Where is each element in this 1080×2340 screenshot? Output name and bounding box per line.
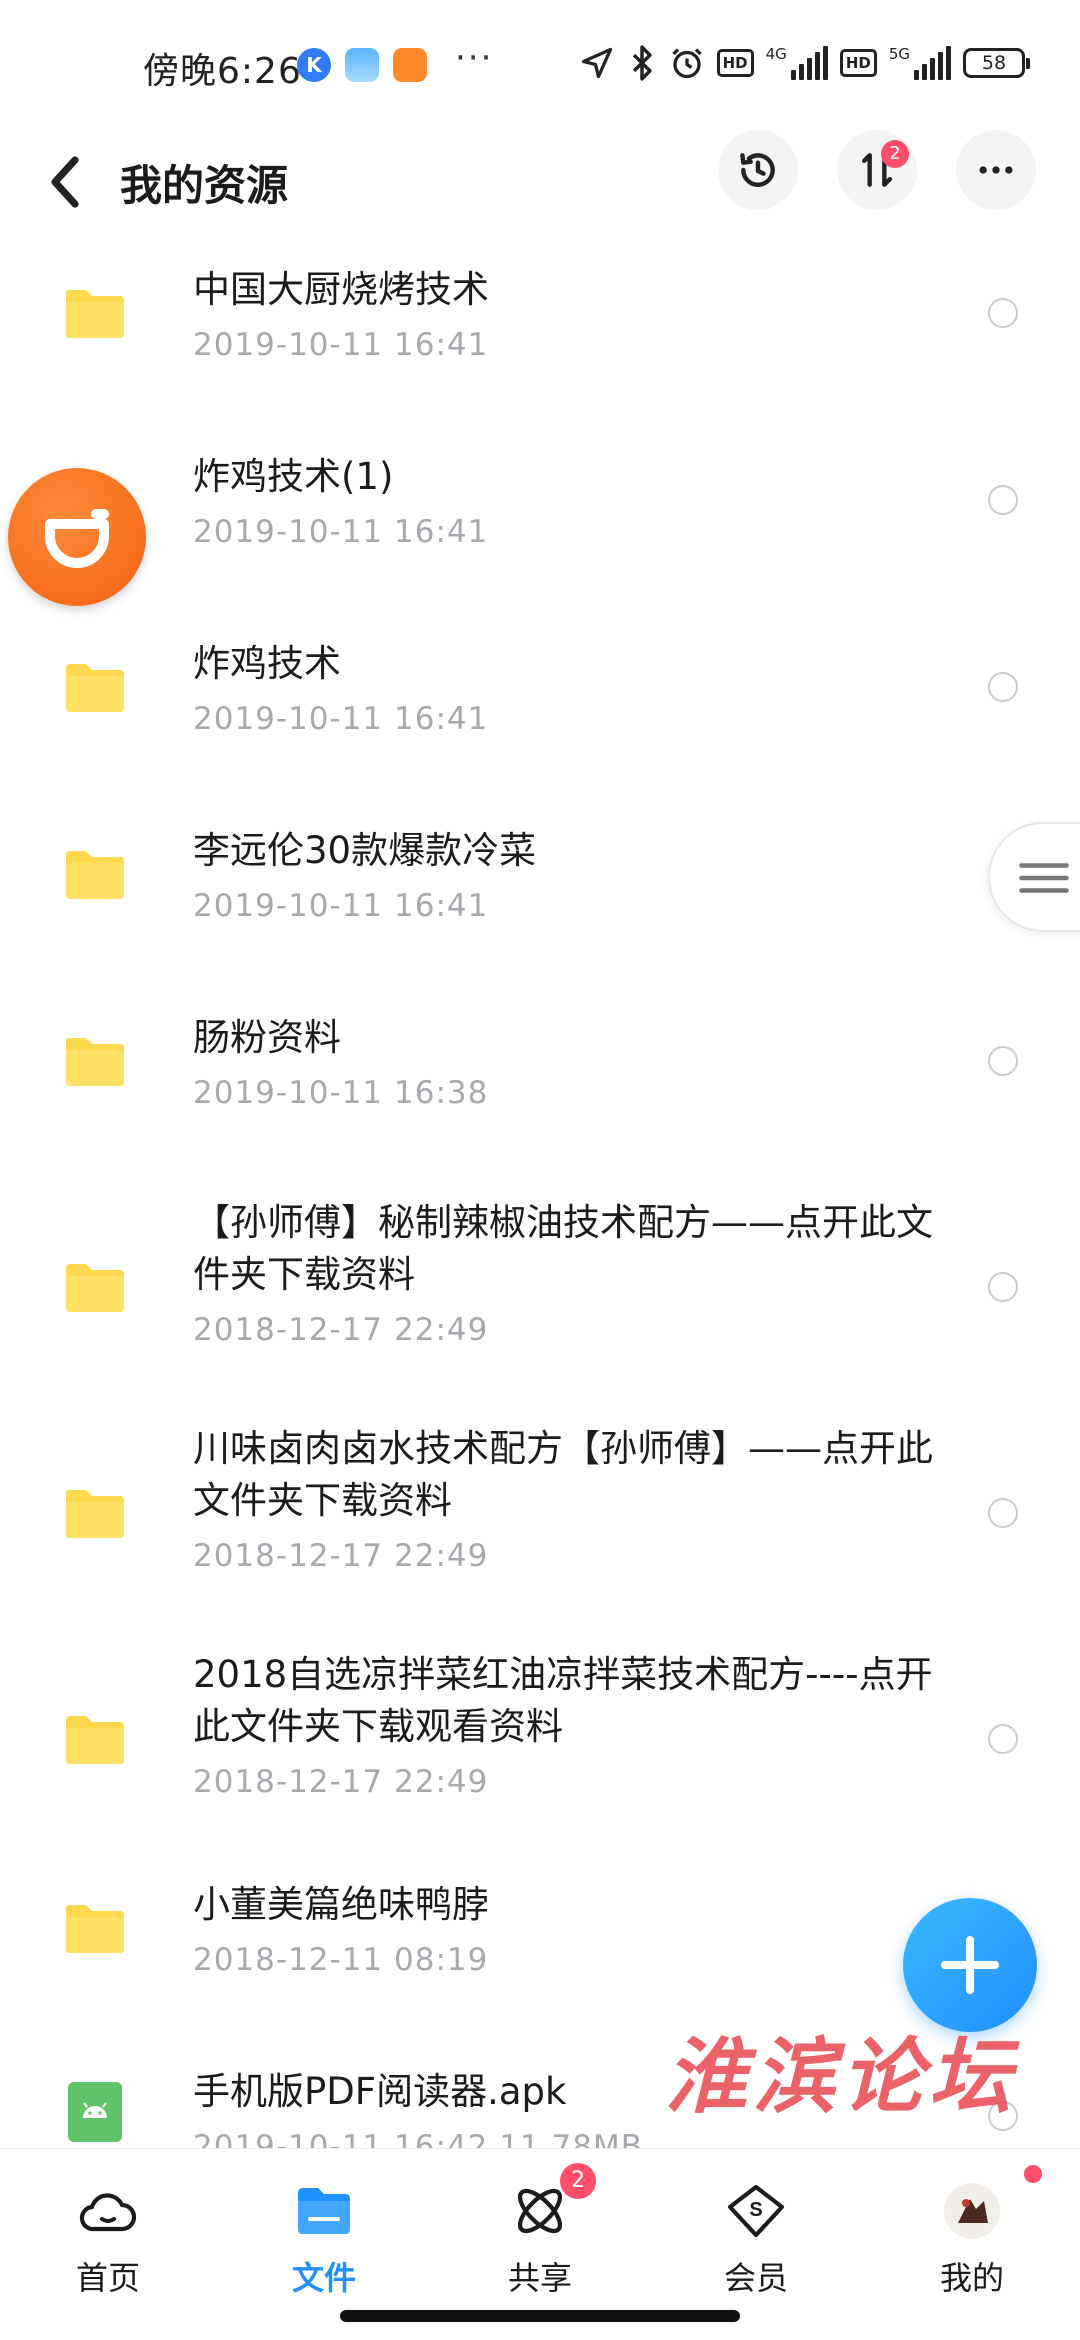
select-radio[interactable] — [988, 1272, 1018, 1302]
cloud-home-icon — [79, 2193, 137, 2232]
status-time: 傍晚6:26 — [143, 51, 302, 92]
hd-badge-2: HD — [839, 49, 877, 77]
history-icon — [740, 153, 775, 187]
list-item[interactable]: 肠粉资料 2019-10-11 16:38 — [0, 988, 1080, 1175]
file-date: 2019-10-11 16:41 — [193, 888, 489, 924]
page-header: 我的资源 2 — [0, 130, 1080, 240]
folder-icon — [66, 290, 124, 338]
home-indicator[interactable] — [340, 2310, 740, 2322]
file-name: 小董美篇绝味鸭脖 — [193, 1883, 489, 1926]
signal-icon — [790, 46, 828, 80]
nav-home[interactable]: 首页 — [0, 2149, 216, 2309]
me-notification-dot — [1024, 2165, 1042, 2183]
status-right-group: HD 4G HD 5G 58 — [579, 44, 1030, 82]
file-name: 炸鸡技术(1) — [193, 455, 394, 498]
folder-icon — [66, 1264, 124, 1312]
app-taobao-icon — [393, 48, 427, 82]
transfer-badge: 2 — [881, 140, 909, 168]
nav-label: 共享 — [507, 2259, 572, 2297]
more-dots-icon — [979, 166, 1013, 174]
svg-text:S: S — [749, 2199, 762, 2221]
file-date: 2018-12-17 22:49 — [193, 1312, 489, 1348]
bluetooth-icon — [632, 45, 652, 81]
file-name: 川味卤肉卤水技术配方【孙师傅】——点开此文件夹下载资料 — [193, 1427, 933, 1522]
vip-diamond-icon: S — [727, 2184, 785, 2238]
location-icon — [581, 47, 612, 79]
share-badge: 2 — [560, 2163, 596, 2199]
status-bar: 傍晚6:26 K ··· HD 4G HD 5G 58 — [0, 0, 1080, 130]
folder-icon — [66, 851, 124, 899]
folder-icon — [66, 664, 124, 712]
nav-me[interactable]: 我的 — [864, 2149, 1080, 2309]
list-item[interactable]: 【孙师傅】秘制辣椒油技术配方——点开此文件夹下载资料 2018-12-17 22… — [0, 1175, 1080, 1401]
select-radio[interactable] — [988, 485, 1018, 515]
list-item[interactable]: 中国大厨烧烤技术 2019-10-11 16:41 — [0, 240, 1080, 427]
floating-ride-app-bubble[interactable] — [8, 468, 146, 606]
file-name: 炸鸡技术 — [193, 642, 341, 685]
file-name: 李远伦30款爆款冷菜 — [193, 829, 537, 872]
history-button[interactable] — [718, 130, 798, 210]
android-apk-icon — [68, 2082, 122, 2142]
select-radio[interactable] — [988, 1046, 1018, 1076]
folder-icon — [66, 1905, 124, 1953]
transfer-button[interactable]: 2 — [837, 130, 917, 210]
menu-lines-icon — [1019, 863, 1069, 893]
select-radio[interactable] — [988, 1724, 1018, 1754]
select-radio[interactable] — [988, 672, 1018, 702]
network-type-5g: 5G — [888, 45, 910, 63]
file-date: 2018-12-11 08:19 — [193, 1942, 489, 1978]
nav-label: 首页 — [75, 2259, 140, 2297]
nav-share[interactable]: 2 共享 — [432, 2149, 648, 2309]
file-date: 2019-10-11 16:41 — [193, 327, 489, 363]
file-date: 2018-12-17 22:49 — [193, 1764, 489, 1800]
file-date: 2019-10-11 16:41 — [193, 514, 489, 550]
list-item[interactable]: 李远伦30款爆款冷菜 2019-10-11 16:41 — [0, 801, 1080, 988]
list-item[interactable]: 川味卤肉卤水技术配方【孙师傅】——点开此文件夹下载资料 2018-12-17 2… — [0, 1401, 1080, 1627]
page-title: 我的资源 — [120, 161, 289, 210]
nav-label: 会员 — [723, 2259, 788, 2297]
battery-indicator: 58 — [963, 48, 1030, 78]
folder-icon — [66, 1038, 124, 1086]
folder-icon — [66, 1716, 124, 1764]
file-name: 中国大厨烧烤技术 — [193, 268, 489, 311]
file-date: 2019-10-11 16:41 — [193, 701, 489, 737]
select-radio[interactable] — [988, 298, 1018, 328]
list-item[interactable]: 2018自选凉拌菜红油凉拌菜技术配方----点开此文件夹下载观看资料 2018-… — [0, 1627, 1080, 1853]
file-date: 2019-10-11 16:38 — [193, 1075, 489, 1111]
status-more: ··· — [455, 38, 494, 78]
nav-label: 文件 — [291, 2259, 356, 2297]
alarm-icon — [671, 48, 702, 79]
list-item[interactable]: 炸鸡技术(1) 2019-10-11 16:41 — [0, 427, 1080, 614]
list-item[interactable]: 炸鸡技术 2019-10-11 16:41 — [0, 614, 1080, 801]
app-photos-icon — [345, 48, 379, 82]
nav-label: 我的 — [939, 2259, 1004, 2297]
ride-app-logo-icon — [45, 509, 109, 568]
more-button[interactable] — [956, 130, 1036, 210]
back-arrow-icon[interactable] — [45, 152, 85, 212]
watermark-text: 淮滨论坛 — [665, 2029, 1017, 2125]
file-name: 肠粉资料 — [193, 1016, 341, 1059]
file-date: 2019-10-11 16:42 11.78MB — [193, 2129, 643, 2148]
folder-icon — [66, 1490, 124, 1538]
app-k-icon: K — [297, 48, 331, 82]
file-date: 2018-12-17 22:49 — [193, 1538, 489, 1574]
folder-icon — [298, 2188, 350, 2234]
network-type-4g: 4G — [765, 45, 787, 63]
signal-icon-2 — [914, 46, 951, 80]
avatar-icon — [944, 2183, 1000, 2239]
nav-files[interactable]: 文件 — [216, 2149, 432, 2309]
nav-vip[interactable]: S 会员 — [648, 2149, 864, 2309]
select-radio[interactable] — [988, 1498, 1018, 1528]
file-name: 2018自选凉拌菜红油凉拌菜技术配方----点开此文件夹下载观看资料 — [193, 1653, 933, 1748]
file-name: 【孙师傅】秘制辣椒油技术配方——点开此文件夹下载资料 — [193, 1201, 933, 1296]
hd-badge: HD — [716, 49, 754, 77]
